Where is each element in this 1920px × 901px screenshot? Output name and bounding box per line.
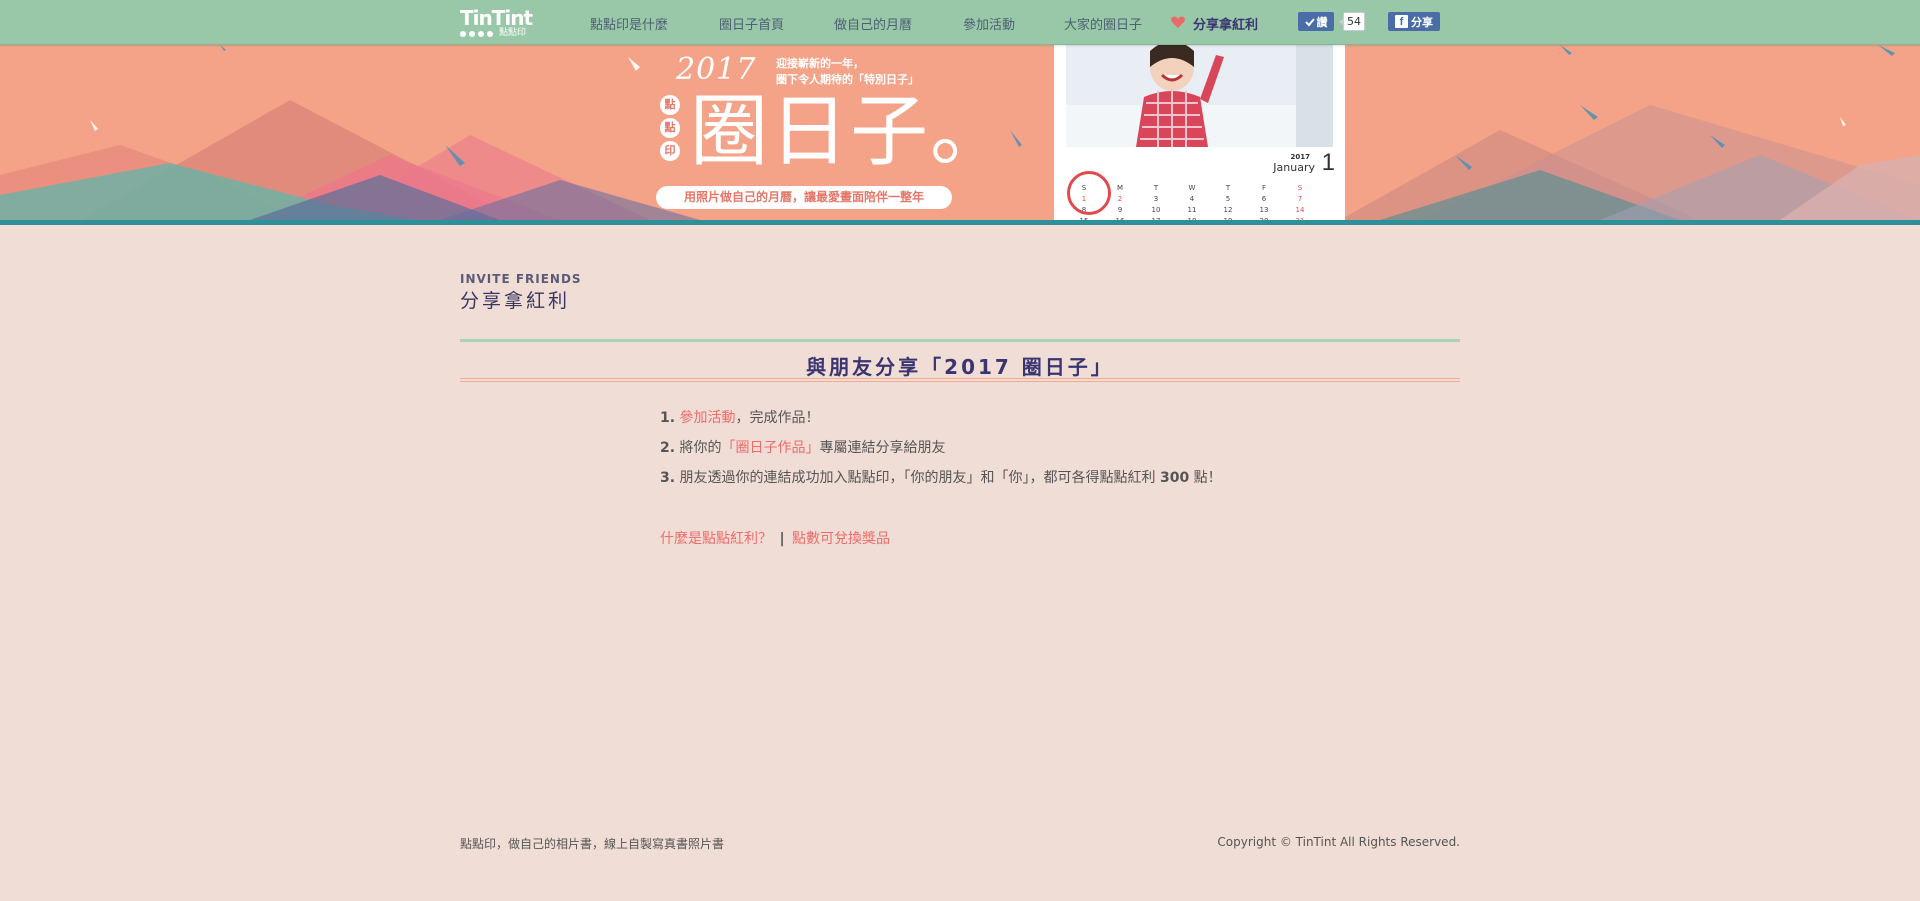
calendar-month: January: [1273, 161, 1315, 174]
facebook-icon: f: [1395, 15, 1408, 28]
step-text: 點！: [1189, 470, 1222, 486]
weekday-header: S: [1297, 184, 1303, 192]
step-text: 專屬連結分享給朋友: [819, 440, 946, 456]
reward-links: 什麼是點點紅利？ | 點數可兌換獎品: [660, 528, 890, 548]
calendar-date: 10: [1151, 206, 1161, 214]
nav-item-what-is-tintint[interactable]: 點點印是什麼: [590, 14, 668, 33]
facebook-like-button[interactable]: 讚: [1298, 12, 1334, 31]
nav-item-make-calendar[interactable]: 做自己的月曆: [834, 14, 912, 33]
nav-item-gallery[interactable]: 大家的圈日子: [1064, 14, 1142, 33]
page-title: 分享拿紅利: [460, 290, 571, 312]
step-text: 將你的: [679, 440, 722, 456]
weekday-header: W: [1188, 184, 1196, 192]
logo-subtext: 點點印: [499, 28, 527, 38]
calendar-date: 13: [1259, 206, 1269, 214]
divider-bottom: [460, 378, 1460, 382]
divider-top: [460, 339, 1460, 342]
share-label: 分享: [1411, 15, 1433, 29]
logo-text: TinTint: [460, 6, 533, 30]
logo[interactable]: TinTint 點點印: [460, 8, 540, 38]
calendar-preview: 2017 January 1 S M T W T F S 1 2 3 4 5 6…: [1054, 45, 1345, 220]
banner-year: 2017: [676, 52, 757, 87]
share-heading: 與朋友分享「2017 圈日子」: [806, 355, 1114, 379]
heart-icon: [1171, 16, 1185, 28]
top-nav-bar: TinTint 點點印 點點印是什麼 圈日子首頁 做自己的月曆 參加活動 大家的…: [0, 0, 1920, 45]
calendar-day-number: 1: [1321, 149, 1335, 176]
banner-badge-char: 點: [660, 118, 680, 138]
banner-title: 圈日子。: [690, 87, 1011, 177]
calendar-date: 11: [1187, 206, 1197, 214]
calendar-circle-marker: [1067, 171, 1111, 215]
nav-item-join-event[interactable]: 參加活動: [963, 14, 1015, 33]
calendar-date: 7: [1297, 195, 1303, 203]
banner-slogan-pill: 用照片做自己的月曆，讓最愛畫面陪伴一整年: [656, 186, 952, 209]
nav-item-share-rewards[interactable]: 分享拿紅利: [1193, 14, 1258, 33]
nav-item-home[interactable]: 圈日子首頁: [719, 14, 784, 33]
step-1: 1. 參加活動，完成作品！: [660, 407, 820, 427]
calendar-year: 2017: [1290, 153, 1310, 161]
calendar-date: 5: [1225, 195, 1231, 203]
footer-copyright: Copyright © TinTint All Rights Reserved.: [1217, 835, 1460, 849]
step-number: 3.: [660, 470, 676, 486]
banner-tagline-2: 圈下令人期待的「特別日子」: [776, 73, 919, 86]
check-icon: [1304, 17, 1315, 26]
calendar-date: 14: [1295, 206, 1305, 214]
banner-bottom-stripe: [0, 220, 1920, 225]
calendar-date: 12: [1223, 206, 1233, 214]
step-text: ，完成作品！: [735, 410, 820, 426]
calendar-date: 4: [1189, 195, 1195, 203]
what-is-reward-link[interactable]: 什麼是點點紅利？: [660, 531, 772, 547]
facebook-share-button[interactable]: f 分享: [1388, 12, 1440, 31]
section-label: INVITE FRIENDS: [460, 272, 582, 286]
banner-tagline-1: 迎接嶄新的一年，: [776, 57, 864, 70]
my-works-link[interactable]: 「圈日子作品」: [722, 440, 820, 456]
weekday-header: T: [1153, 184, 1159, 192]
weekday-header: F: [1261, 184, 1267, 192]
footer-tagline: 點點印，做自己的相片書，線上自製寫真書照片書: [460, 837, 725, 851]
reward-points: 300: [1159, 470, 1190, 486]
step-number: 2.: [660, 440, 676, 456]
banner-badge-char: 點: [660, 95, 680, 115]
step-3: 3. 朋友透過你的連結成功加入點點印，「你的朋友」和「你」，都可各得點點紅利 3…: [660, 467, 1222, 487]
step-2: 2. 將你的「圈日子作品」專屬連結分享給朋友: [660, 437, 946, 457]
calendar-date: 9: [1117, 206, 1123, 214]
hero-banner: 2017 迎接嶄新的一年， 圈下令人期待的「特別日子」 點 點 印 圈日子。 用…: [0, 45, 1920, 220]
calendar-date: 6: [1261, 195, 1267, 203]
join-event-link[interactable]: 參加活動: [680, 410, 736, 426]
like-count: 54: [1339, 12, 1365, 31]
calendar-photo: [1066, 45, 1333, 147]
redeem-prizes-link[interactable]: 點數可兌換獎品: [792, 531, 890, 547]
weekday-header: T: [1225, 184, 1231, 192]
step-number: 1.: [660, 410, 676, 426]
link-separator: |: [779, 531, 785, 547]
step-text: 朋友透過你的連結成功加入點點印，「你的朋友」和「你」，都可各得點點紅利: [679, 470, 1160, 486]
calendar-date: 3: [1153, 195, 1159, 203]
like-label: 讚: [1316, 15, 1328, 29]
logo-dots: 點點印: [460, 29, 540, 38]
banner-badge-char: 印: [660, 141, 680, 161]
